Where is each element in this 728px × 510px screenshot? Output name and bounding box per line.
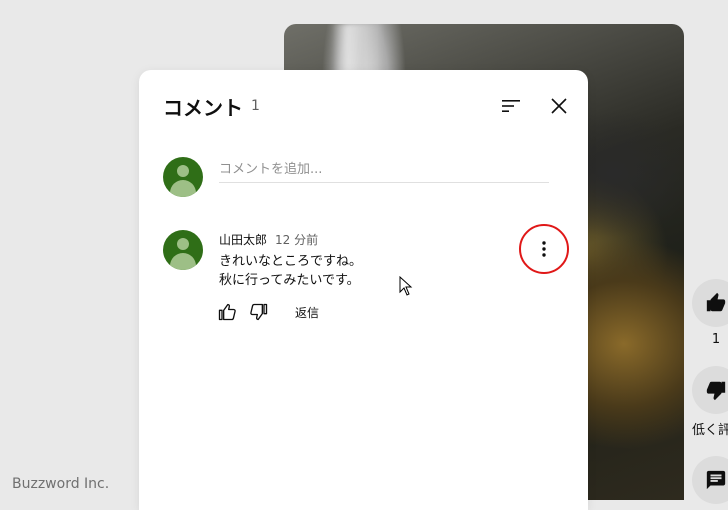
mouse-cursor — [399, 275, 413, 300]
comment-text: きれいなところですね。 秋に行ってみたいです。 — [219, 252, 362, 290]
close-icon — [551, 98, 567, 114]
comment-menu-button[interactable] — [533, 238, 555, 260]
comment-time[interactable]: 12 分前 — [275, 231, 318, 248]
thumb-down-icon — [706, 381, 726, 401]
like-button[interactable] — [692, 279, 728, 327]
panel-title: コメント — [163, 96, 243, 120]
comment-author-avatar[interactable] — [163, 230, 203, 270]
thumb-up-icon — [706, 292, 726, 312]
comments-panel: コメント 1 山田太郎 12 分前 きれいなところですね。 秋に行ってみたいです… — [139, 70, 588, 510]
dislike-label: 低く評 — [692, 423, 728, 438]
comment-line: きれいなところですね。 — [219, 254, 363, 269]
dislike-button[interactable] — [692, 366, 728, 414]
thumb-up-icon — [218, 303, 236, 321]
reply-button[interactable]: 返信 — [295, 304, 319, 321]
thumb-down-icon — [250, 303, 268, 321]
comment-count: 1 — [251, 98, 260, 114]
sort-button[interactable] — [497, 92, 525, 120]
comments-button[interactable] — [692, 456, 728, 504]
close-button[interactable] — [545, 92, 573, 120]
current-user-avatar — [163, 157, 203, 197]
comment-line: 秋に行ってみたいです。 — [219, 273, 360, 288]
comment-dislike-button[interactable] — [249, 302, 269, 322]
comment-icon — [706, 470, 726, 490]
comment-input[interactable] — [219, 156, 549, 183]
more-vert-icon — [542, 241, 546, 257]
sort-icon — [502, 100, 520, 112]
like-count: 1 — [711, 332, 721, 347]
comment-like-button[interactable] — [217, 302, 237, 322]
comment-author[interactable]: 山田太郎 — [219, 231, 267, 248]
watermark: Buzzword Inc. — [12, 476, 110, 492]
